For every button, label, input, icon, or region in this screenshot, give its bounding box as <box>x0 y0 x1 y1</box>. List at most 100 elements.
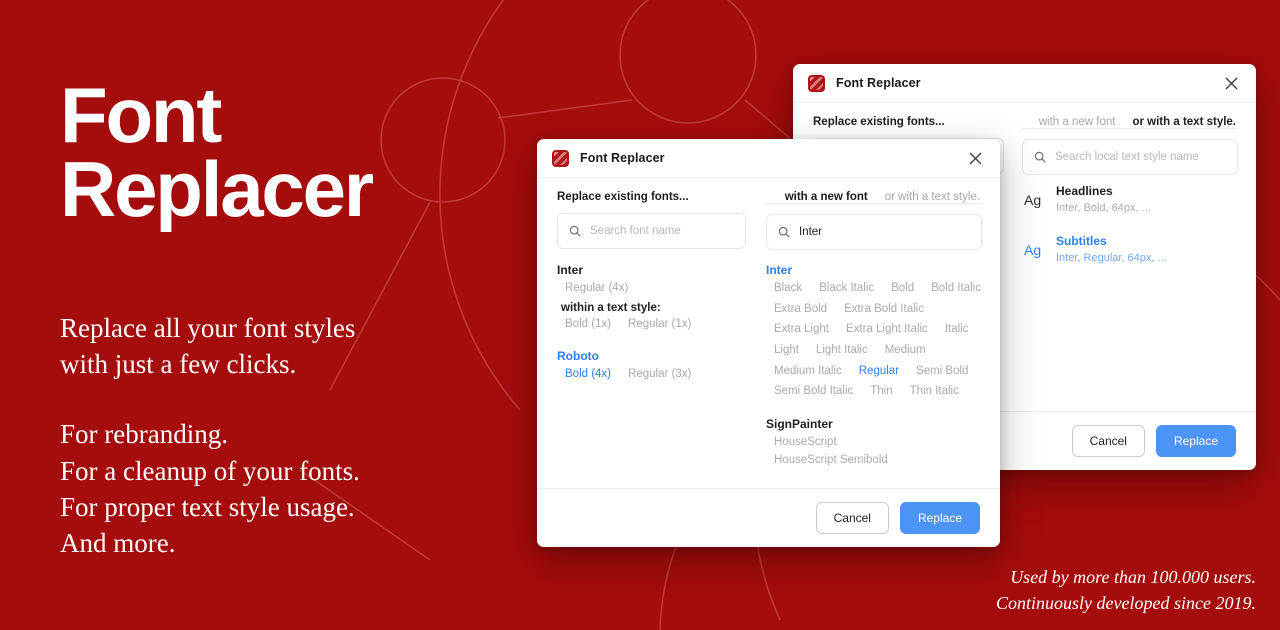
text-style-description: Inter, Regular, 64px, ... <box>1056 251 1167 264</box>
new-font-search-value: Inter <box>799 226 823 238</box>
existing-font-group-inter: Inter Regular (4x) within a text style: … <box>557 263 746 333</box>
tab-with-a-new-font[interactable]: with a new font <box>785 191 868 203</box>
font-style-item[interactable]: HouseScript <box>774 433 982 452</box>
font-style-item[interactable]: Black <box>774 279 802 298</box>
font-style-item[interactable]: Thin Italic <box>910 382 959 401</box>
text-style-preview-glyph: Ag <box>1024 241 1042 258</box>
promo-heading: Font Replacer <box>60 71 490 234</box>
font-family-name[interactable]: Inter <box>766 263 982 277</box>
cancel-button[interactable]: Cancel <box>1071 425 1145 457</box>
dialog-titlebar: Font Replacer <box>793 64 1256 103</box>
text-style-name: Headlines <box>1056 184 1113 198</box>
dialog-title: Font Replacer <box>836 76 921 90</box>
new-font-group-signpainter: SignPainter HouseScript HouseScript Semi… <box>766 417 982 470</box>
page-title: Font Replacer <box>60 71 490 234</box>
font-style-row: Black Black Italic Bold Bold Italic Extr… <box>766 279 982 401</box>
cancel-button[interactable]: Cancel <box>815 502 889 534</box>
font-style-item[interactable]: Medium <box>885 341 926 360</box>
promo-body-line-2: with just a few clicks. <box>60 349 297 380</box>
search-icon <box>1034 151 1046 163</box>
promo-body-line-4: For a cleanup of your fonts. <box>60 455 360 486</box>
existing-font-search-placeholder: Search font name <box>590 225 681 237</box>
font-style-item[interactable]: Regular <box>859 362 899 381</box>
font-family-name[interactable]: Roboto <box>557 349 746 363</box>
font-style-item[interactable]: Light <box>774 341 799 360</box>
font-style-item[interactable]: Regular (1x) <box>628 315 691 334</box>
mode-tabs: with a new font or with a text style. <box>1039 116 1236 128</box>
font-style-item[interactable]: Italic <box>945 320 969 339</box>
replace-existing-fonts-label: Replace existing fonts... <box>813 116 945 128</box>
replace-button[interactable]: Replace <box>899 502 980 534</box>
font-style-item[interactable]: Extra Light Italic <box>846 320 928 339</box>
tab-with-a-new-font[interactable]: with a new font <box>1039 116 1116 128</box>
dialog-footer: Cancel Replace <box>537 488 1000 547</box>
promo-body-line-6: And more. <box>60 527 176 558</box>
font-replacer-dialog-front: Font Replacer Replace existing fonts... … <box>537 139 1000 547</box>
font-style-item[interactable]: Regular (3x) <box>628 365 691 384</box>
tab-with-a-text-style[interactable]: or with a text style. <box>1132 116 1236 128</box>
tab-underline <box>766 203 982 204</box>
font-replacer-app-icon <box>808 74 825 92</box>
font-replacer-app-icon <box>552 149 569 167</box>
dialog-title: Font Replacer <box>580 151 665 165</box>
font-style-row: Regular (4x) <box>557 279 746 298</box>
replace-button[interactable]: Replace <box>1155 425 1236 457</box>
within-a-text-style-label: within a text style: <box>561 301 661 314</box>
text-style-preview-glyph: Ag <box>1024 191 1042 208</box>
font-style-item[interactable]: Bold <box>891 279 914 298</box>
text-style-search-placeholder: Search local text style name <box>1055 151 1199 163</box>
tagline-line-2: Continuously developed since 2019. <box>996 592 1256 613</box>
tagline-line-1: Used by more than 100.000 users. <box>1010 566 1256 587</box>
new-font-search-input[interactable]: Inter <box>766 214 982 250</box>
search-icon <box>569 225 581 237</box>
text-style-description: Inter, Bold, 64px, ... <box>1056 202 1151 214</box>
font-style-row-within: Bold (1x) Regular (1x) <box>557 315 746 334</box>
font-style-item[interactable]: Extra Bold <box>774 300 827 319</box>
tagline: Used by more than 100.000 users. Continu… <box>996 564 1256 616</box>
dialog-tabs: Replace existing fonts... with a new fon… <box>537 178 1000 203</box>
existing-fonts-pane: Search font name Inter Regular (4x) with… <box>537 203 766 515</box>
close-icon[interactable] <box>964 147 986 169</box>
new-font-group-inter: Inter Black Black Italic Bold Bold Itali… <box>766 263 982 401</box>
promo-body-line-1: Replace all your font styles <box>60 313 356 343</box>
promo-spacer <box>60 382 500 416</box>
font-style-item[interactable]: Semi Bold <box>916 362 968 381</box>
tab-with-a-text-style[interactable]: or with a text style. <box>885 191 980 203</box>
mode-tabs: with a new font or with a text style. <box>785 191 980 203</box>
text-style-name: Subtitles <box>1056 233 1107 248</box>
font-family-name[interactable]: SignPainter <box>766 417 982 431</box>
title-line-2: Replacer <box>60 145 374 234</box>
font-style-item[interactable]: Bold (1x) <box>565 315 611 334</box>
font-style-item[interactable]: Thin <box>870 382 892 401</box>
dialog-tabs: Replace existing fonts... with a new fon… <box>793 103 1256 128</box>
tab-underline <box>1022 128 1238 129</box>
font-family-name[interactable]: Inter <box>557 263 746 277</box>
font-style-row: HouseScript HouseScript Semibold <box>766 433 982 470</box>
promo-body-line-5: For proper text style usage. <box>60 491 355 522</box>
font-style-item[interactable]: HouseScript Semibold <box>774 451 982 470</box>
existing-font-group-roboto: Roboto Bold (4x) Regular (3x) <box>557 349 746 384</box>
title-line-1: Font <box>60 71 222 159</box>
font-style-item[interactable]: Bold (4x) <box>565 365 611 384</box>
font-style-item[interactable]: Extra Light <box>774 320 829 339</box>
font-style-item[interactable]: Regular (4x) <box>565 279 628 298</box>
text-style-item-headlines[interactable]: Ag Headlines Inter, Bold, 64px, ... <box>1022 175 1238 225</box>
font-style-item[interactable]: Bold Italic <box>931 279 981 298</box>
existing-font-search-input[interactable]: Search font name <box>557 213 746 249</box>
font-style-item[interactable]: Black Italic <box>819 279 874 298</box>
promo-body-line-3: For rebranding. <box>60 419 228 450</box>
dialog-titlebar: Font Replacer <box>537 139 1000 178</box>
text-style-search-input[interactable]: Search local text style name <box>1022 139 1238 175</box>
font-style-item[interactable]: Extra Bold Italic <box>844 300 924 319</box>
new-fonts-pane: Inter Inter Black Black Italic Bold Bold… <box>766 203 1000 515</box>
close-icon[interactable] <box>1220 72 1242 94</box>
dialog-body: Search font name Inter Regular (4x) with… <box>537 203 1000 515</box>
font-style-item[interactable]: Light Italic <box>816 341 868 360</box>
replace-existing-fonts-label: Replace existing fonts... <box>557 191 689 203</box>
text-style-item-subtitles[interactable]: Ag Subtitles Inter, Regular, 64px, ... <box>1022 225 1238 275</box>
font-style-item[interactable]: Semi Bold Italic <box>774 382 853 401</box>
font-style-row: Bold (4x) Regular (3x) <box>557 365 746 384</box>
promo-body: Replace all your font styles with just a… <box>60 310 500 561</box>
search-icon <box>778 226 790 238</box>
font-style-item[interactable]: Medium Italic <box>774 362 842 381</box>
